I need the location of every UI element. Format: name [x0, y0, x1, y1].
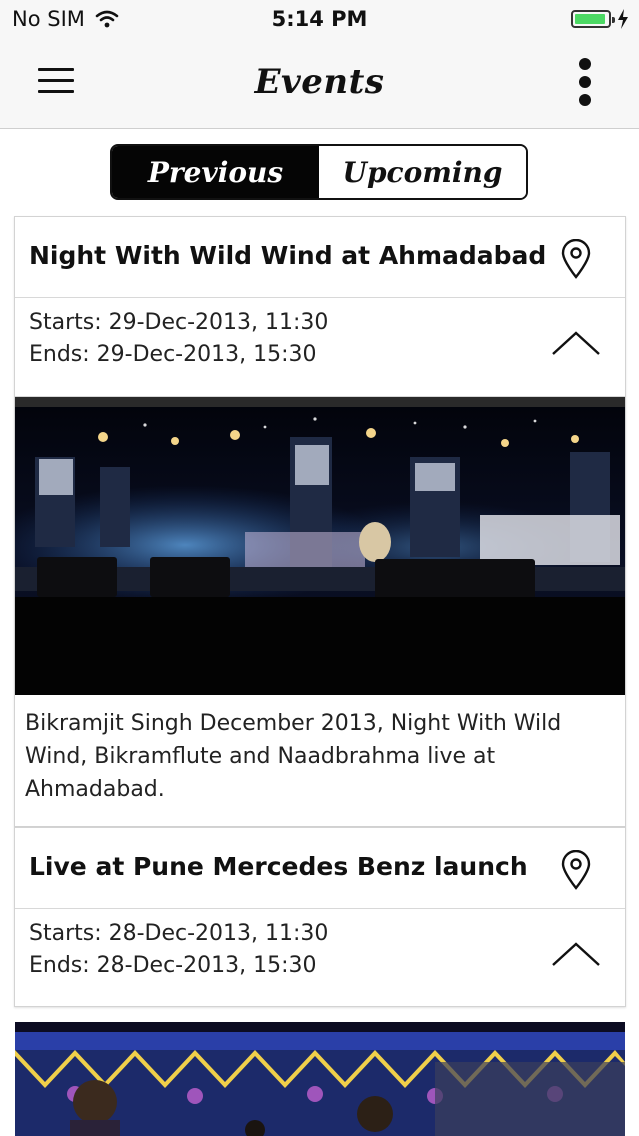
event-end: Ends: 29-Dec-2013, 15:30 — [29, 342, 317, 367]
clock: 5:14 PM — [271, 7, 368, 31]
event-photo — [15, 1022, 625, 1136]
event-card: Live at Pune Mercedes Benz launch Starts… — [14, 827, 626, 1007]
events-segmented-control: Previous Upcoming — [110, 144, 528, 200]
tab-previous[interactable]: Previous — [112, 146, 319, 198]
event-card: Night With Wild Wind at Ahmadabad Starts… — [14, 216, 626, 827]
location-pin-icon[interactable] — [559, 850, 593, 890]
status-bar: No SIM 5:14 PM — [0, 0, 639, 40]
event-header: Live at Pune Mercedes Benz launch — [15, 828, 625, 909]
concert-stage-image — [15, 397, 625, 695]
chevron-up-icon[interactable] — [551, 941, 601, 967]
charging-icon — [618, 9, 628, 29]
location-pin-icon[interactable] — [559, 239, 593, 279]
event-title: Night With Wild Wind at Ahmadabad — [29, 241, 547, 270]
vertical-dots-icon — [579, 58, 591, 70]
more-options-button[interactable] — [579, 58, 593, 108]
event-hall-image — [15, 1022, 625, 1136]
event-start: Starts: 28-Dec-2013, 11:30 — [29, 921, 329, 946]
event-header: Night With Wild Wind at Ahmadabad — [15, 217, 625, 298]
event-photo — [15, 397, 625, 695]
dot — [579, 94, 591, 106]
event-end: Ends: 28-Dec-2013, 15:30 — [29, 953, 317, 978]
battery-icon — [571, 10, 615, 28]
navigation-bar: Events — [0, 40, 639, 129]
chevron-up-icon[interactable] — [551, 330, 601, 356]
event-description: Bikramjit Singh December 2013, Night Wit… — [25, 711, 562, 802]
event-start: Starts: 29-Dec-2013, 11:30 — [29, 310, 329, 335]
status-right — [571, 9, 629, 29]
event-title: Live at Pune Mercedes Benz launch — [29, 852, 528, 881]
dot — [579, 76, 591, 88]
page-title: Events — [254, 62, 385, 102]
event-dates: Starts: 28-Dec-2013, 11:30 Ends: 28-Dec-… — [15, 909, 625, 1007]
tab-upcoming[interactable]: Upcoming — [319, 146, 526, 198]
event-dates: Starts: 29-Dec-2013, 11:30 Ends: 29-Dec-… — [15, 298, 625, 397]
